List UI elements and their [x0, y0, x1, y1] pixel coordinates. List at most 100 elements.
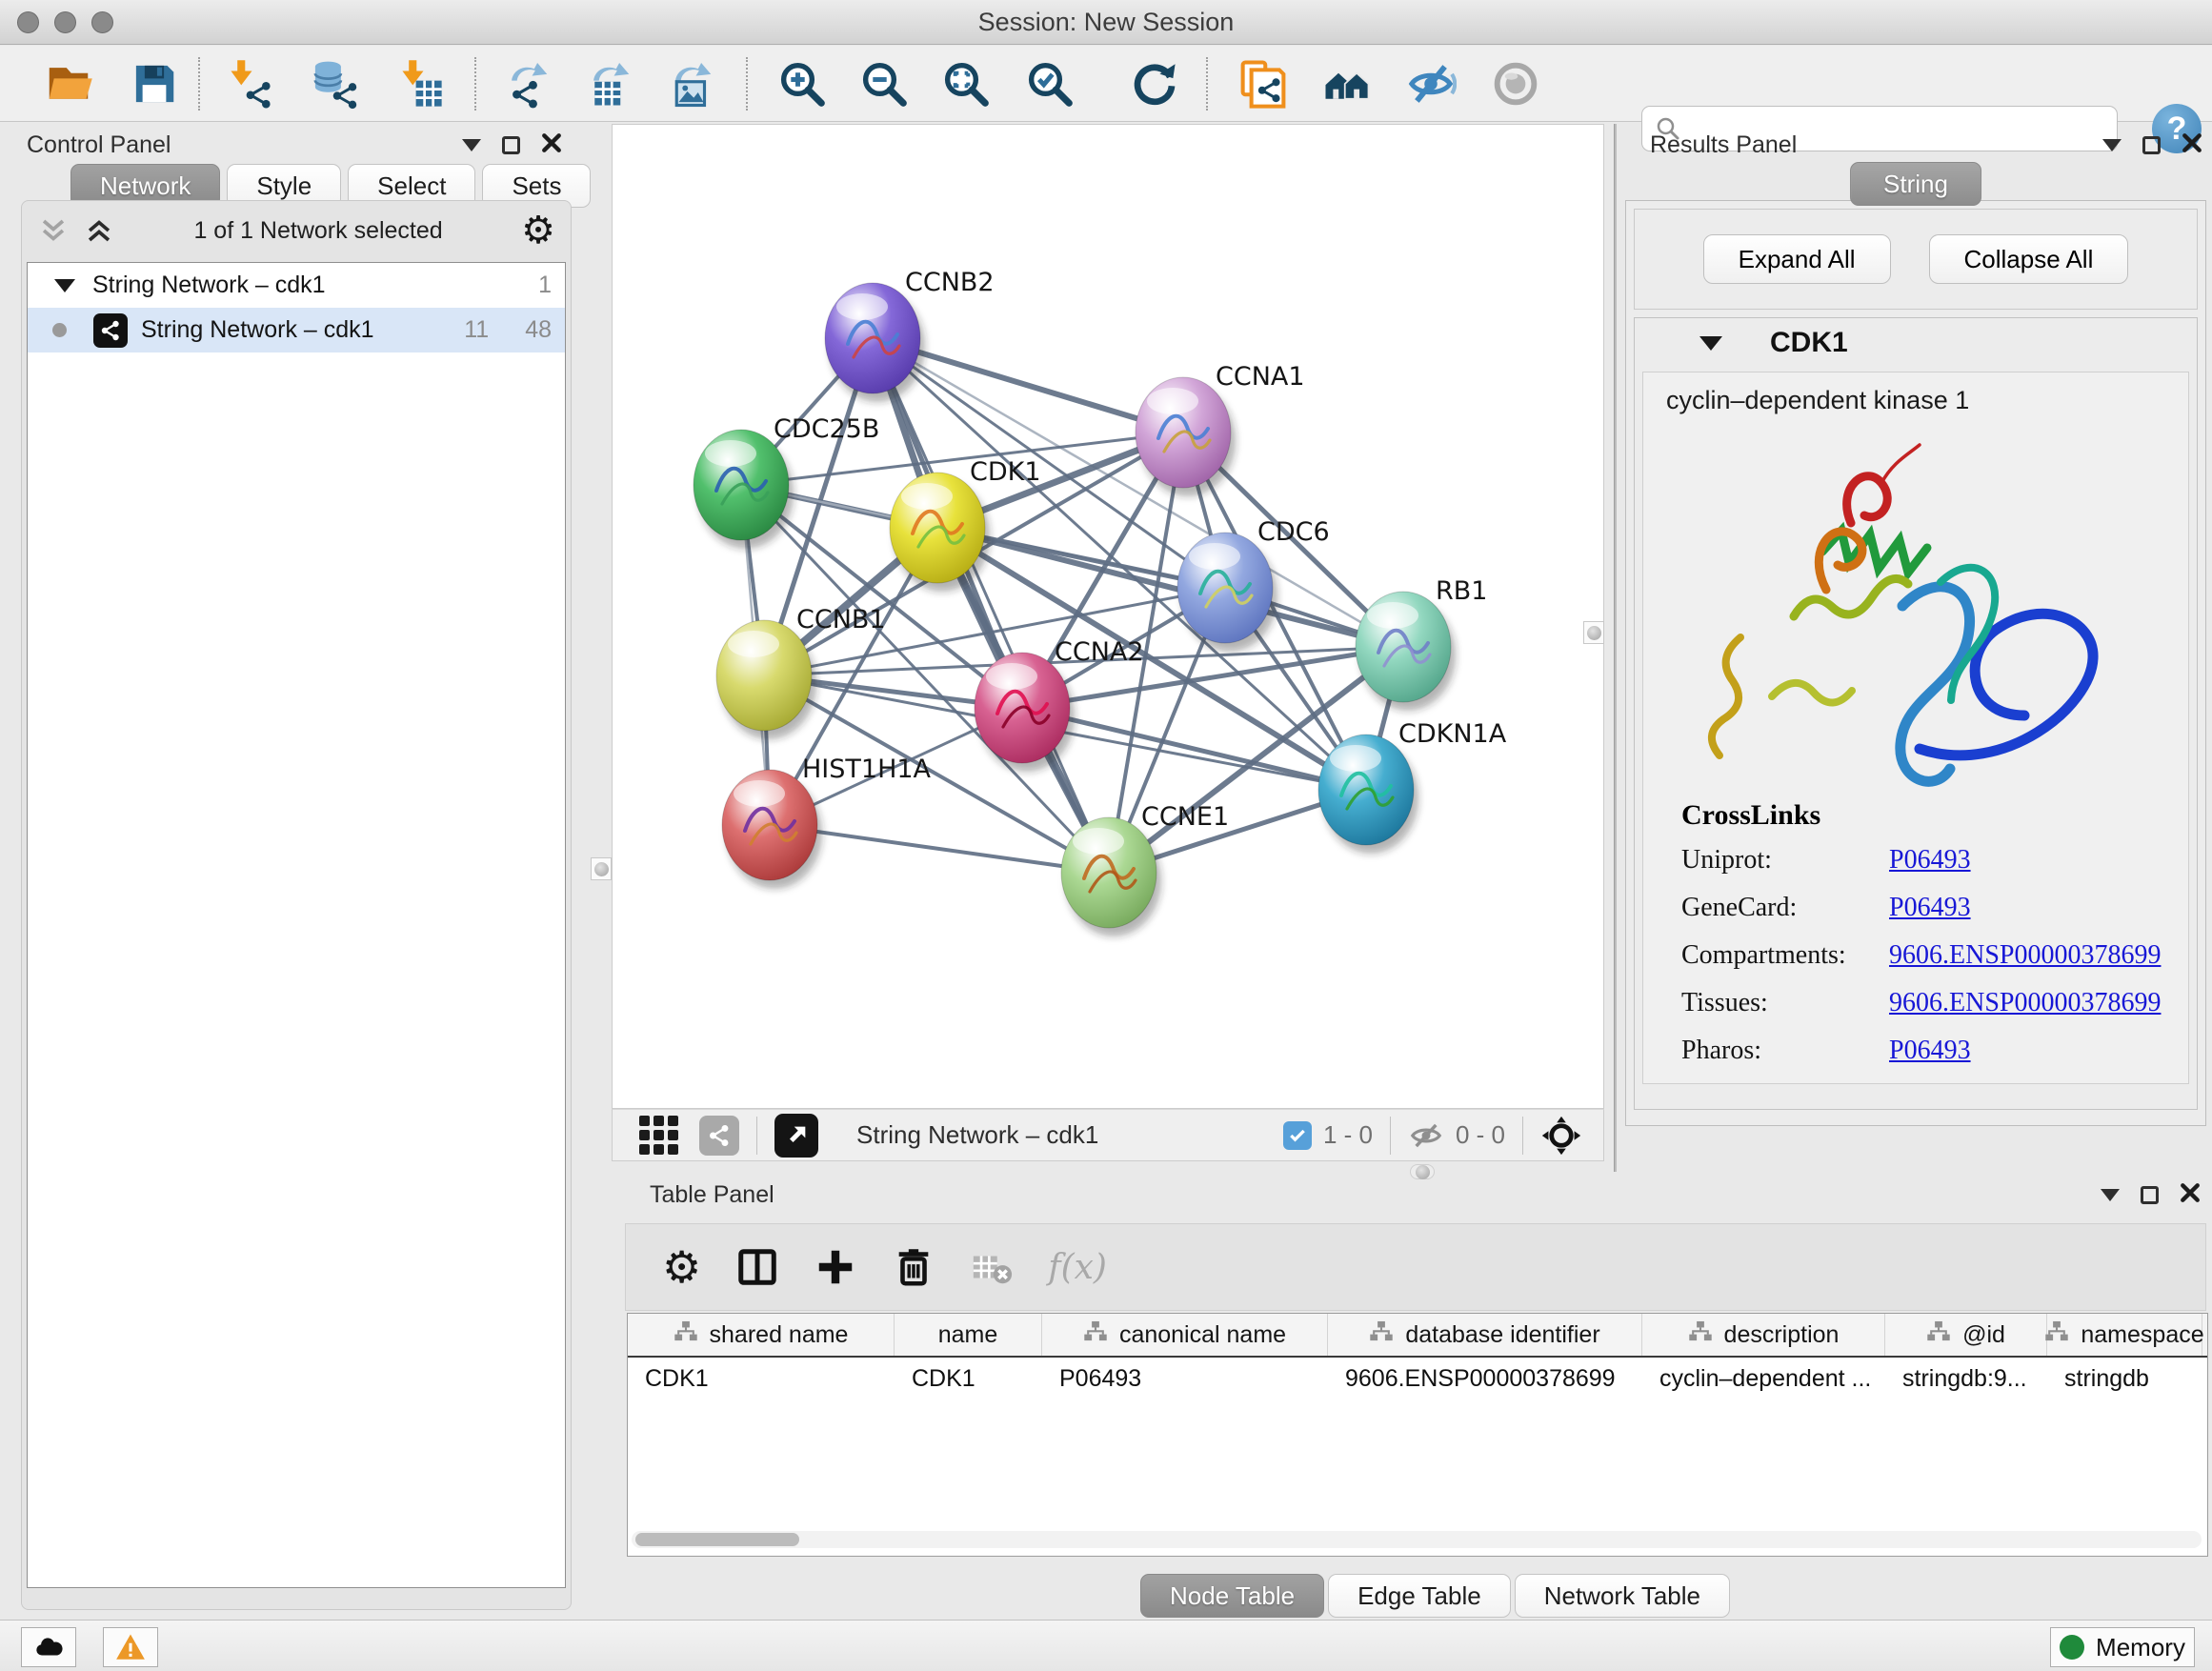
scrollbar-thumb[interactable] — [635, 1533, 799, 1546]
export-image-button[interactable] — [663, 55, 720, 112]
memory-button[interactable]: Memory — [2050, 1627, 2195, 1667]
column-header-shared-name[interactable]: shared name — [628, 1314, 895, 1356]
zoom-in-button[interactable] — [774, 55, 831, 112]
birdseye-grid-icon[interactable] — [639, 1116, 678, 1155]
zoom-selected-button[interactable] — [1021, 55, 1078, 112]
network-row[interactable]: String Network – cdk1 11 48 — [28, 308, 565, 352]
toolbar-separator — [1522, 1117, 1523, 1155]
node-CDC6[interactable]: CDC6 — [1177, 517, 1330, 652]
close-window-button[interactable] — [17, 11, 39, 33]
network-options-gear-icon[interactable]: ⚙ — [521, 211, 555, 250]
control-panel-close-button[interactable] — [541, 132, 562, 158]
table-cell[interactable]: CDK1 — [628, 1358, 895, 1399]
table-cell[interactable]: 9606.ENSP00000378699 — [1328, 1358, 1642, 1399]
crosslink-label: Tissues: — [1681, 988, 1889, 1018]
open-session-button[interactable] — [40, 55, 97, 112]
crosslink-link[interactable]: 9606.ENSP00000378699 — [1889, 988, 2161, 1018]
results-panel-menu-button[interactable] — [2102, 139, 2122, 151]
zoom-fit-button[interactable] — [937, 55, 995, 112]
show-panel-button[interactable] — [1487, 55, 1544, 112]
cloud-status-button[interactable] — [21, 1627, 76, 1667]
protein-section: CDK1 cyclin–dependent kinase 1 — [1634, 317, 2198, 1110]
results-panel-close-button[interactable] — [2182, 132, 2202, 158]
expand-all-icon[interactable] — [83, 214, 115, 247]
import-network-file-button[interactable] — [219, 55, 276, 112]
control-panel-menu-button[interactable] — [462, 139, 481, 151]
maximize-window-button[interactable] — [91, 11, 113, 33]
tab-node-table[interactable]: Node Table — [1140, 1574, 1324, 1618]
node-CDC25B[interactable]: CDC25B — [694, 414, 879, 549]
zoom-out-button[interactable] — [855, 55, 913, 112]
crosslink-link[interactable]: P06493 — [1889, 893, 1971, 923]
results-panel-float-button[interactable] — [2142, 136, 2161, 154]
table-panel-menu-button[interactable] — [2101, 1189, 2120, 1201]
crosslinks-block: CrossLinks Uniprot:P06493GeneCard:P06493… — [1681, 799, 2161, 1083]
column-header-canonical-name[interactable]: canonical name — [1042, 1314, 1328, 1356]
left-splitter-handle[interactable] — [591, 857, 612, 880]
network-canvas[interactable]: CCNB2CCNA1CDC25BCDK1CDC6RB1CCNB1CCNA2CDK… — [612, 124, 1604, 1109]
function-builder-icon[interactable]: f(x) — [1048, 1248, 1107, 1287]
node-CDK1[interactable]: CDK1 — [890, 457, 1041, 592]
column-header-namespace[interactable]: namespace — [2047, 1314, 2202, 1356]
pan-crosshair-icon[interactable] — [1540, 1115, 1582, 1157]
column-header-name[interactable]: name — [895, 1314, 1042, 1356]
network-graph[interactable]: CCNB2CCNA1CDC25BCDK1CDC6RB1CCNB1CCNA2CDK… — [613, 125, 1603, 1108]
table-cell[interactable]: P06493 — [1042, 1358, 1328, 1399]
table-cell[interactable]: stringdb — [2047, 1358, 2202, 1399]
table-cell[interactable]: CDK1 — [895, 1358, 1042, 1399]
column-header-database-identifier[interactable]: database identifier — [1328, 1314, 1642, 1356]
collapse-all-icon[interactable] — [37, 214, 70, 247]
table-panel-float-button[interactable] — [2141, 1186, 2159, 1204]
node-CDKN1A[interactable]: CDKN1A — [1318, 719, 1507, 854]
right-splitter-handle[interactable] — [1583, 621, 1604, 644]
tab-network-table[interactable]: Network Table — [1515, 1574, 1730, 1618]
selected-nodes-checkbox[interactable] — [1283, 1121, 1312, 1150]
add-column-icon[interactable] — [814, 1245, 857, 1289]
import-network-database-button[interactable] — [305, 55, 362, 112]
network-selection-summary: 1 of 1 Network selected — [115, 217, 521, 245]
table-panel-close-button[interactable] — [2180, 1182, 2201, 1208]
tab-string[interactable]: String — [1850, 162, 1981, 206]
node-HIST1H1A[interactable]: HIST1H1A — [722, 755, 932, 889]
collapse-all-button[interactable]: Collapse All — [1929, 234, 2129, 284]
node-CCNB2[interactable]: CCNB2 — [825, 268, 995, 402]
gray-eye-icon — [1490, 58, 1541, 110]
edge-CCNB2-CCNE1[interactable] — [873, 338, 1109, 873]
table-row[interactable]: CDK1CDK1P064939606.ENSP00000378699cyclin… — [628, 1358, 2207, 1399]
table-horizontal-scrollbar[interactable] — [632, 1531, 2202, 1548]
table-cell[interactable]: cyclin–dependent ... — [1642, 1358, 1885, 1399]
home-pages-button[interactable] — [1318, 55, 1376, 112]
import-table-button[interactable] — [391, 55, 448, 112]
show-columns-icon[interactable] — [735, 1245, 779, 1289]
column-header-description[interactable]: description — [1642, 1314, 1885, 1356]
string-view-icon[interactable] — [699, 1116, 739, 1156]
refresh-button[interactable] — [1126, 55, 1183, 112]
node-CCNA1[interactable]: CCNA1 — [1136, 362, 1305, 496]
table-cell[interactable]: stringdb:9... — [1885, 1358, 2047, 1399]
warnings-button[interactable] — [103, 1627, 158, 1667]
delete-column-icon[interactable] — [892, 1245, 935, 1289]
open-in-browser-button[interactable] — [1235, 55, 1292, 112]
export-table-button[interactable] — [581, 55, 638, 112]
save-session-button[interactable] — [126, 55, 183, 112]
table-settings-gear-icon[interactable]: ⚙ — [662, 1245, 701, 1289]
hide-panel-button[interactable] — [1402, 55, 1459, 112]
delete-table-icon[interactable] — [970, 1245, 1014, 1289]
export-network-button[interactable] — [499, 55, 556, 112]
column-header--id[interactable]: @id — [1885, 1314, 2047, 1356]
results-panel-divider[interactable] — [1614, 124, 1617, 1172]
status-bar: Memory — [0, 1620, 2212, 1671]
detach-view-icon[interactable] — [774, 1114, 818, 1158]
control-panel-float-button[interactable] — [502, 136, 520, 154]
node-RB1[interactable]: RB1 — [1356, 576, 1487, 711]
crosslink-link[interactable]: 9606.ENSP00000378699 — [1889, 940, 2161, 971]
warning-icon — [114, 1631, 147, 1663]
protein-section-caret-icon[interactable] — [1699, 336, 1722, 351]
tab-edge-table[interactable]: Edge Table — [1328, 1574, 1511, 1618]
crosslink-link[interactable]: P06493 — [1889, 1036, 1971, 1066]
minimize-window-button[interactable] — [54, 11, 76, 33]
crosslink-link[interactable]: P06493 — [1889, 845, 1971, 876]
network-collection-row[interactable]: String Network – cdk1 1 — [28, 263, 565, 308]
expand-all-button[interactable]: Expand All — [1703, 234, 1891, 284]
tree-expand-caret-icon[interactable] — [54, 279, 75, 292]
